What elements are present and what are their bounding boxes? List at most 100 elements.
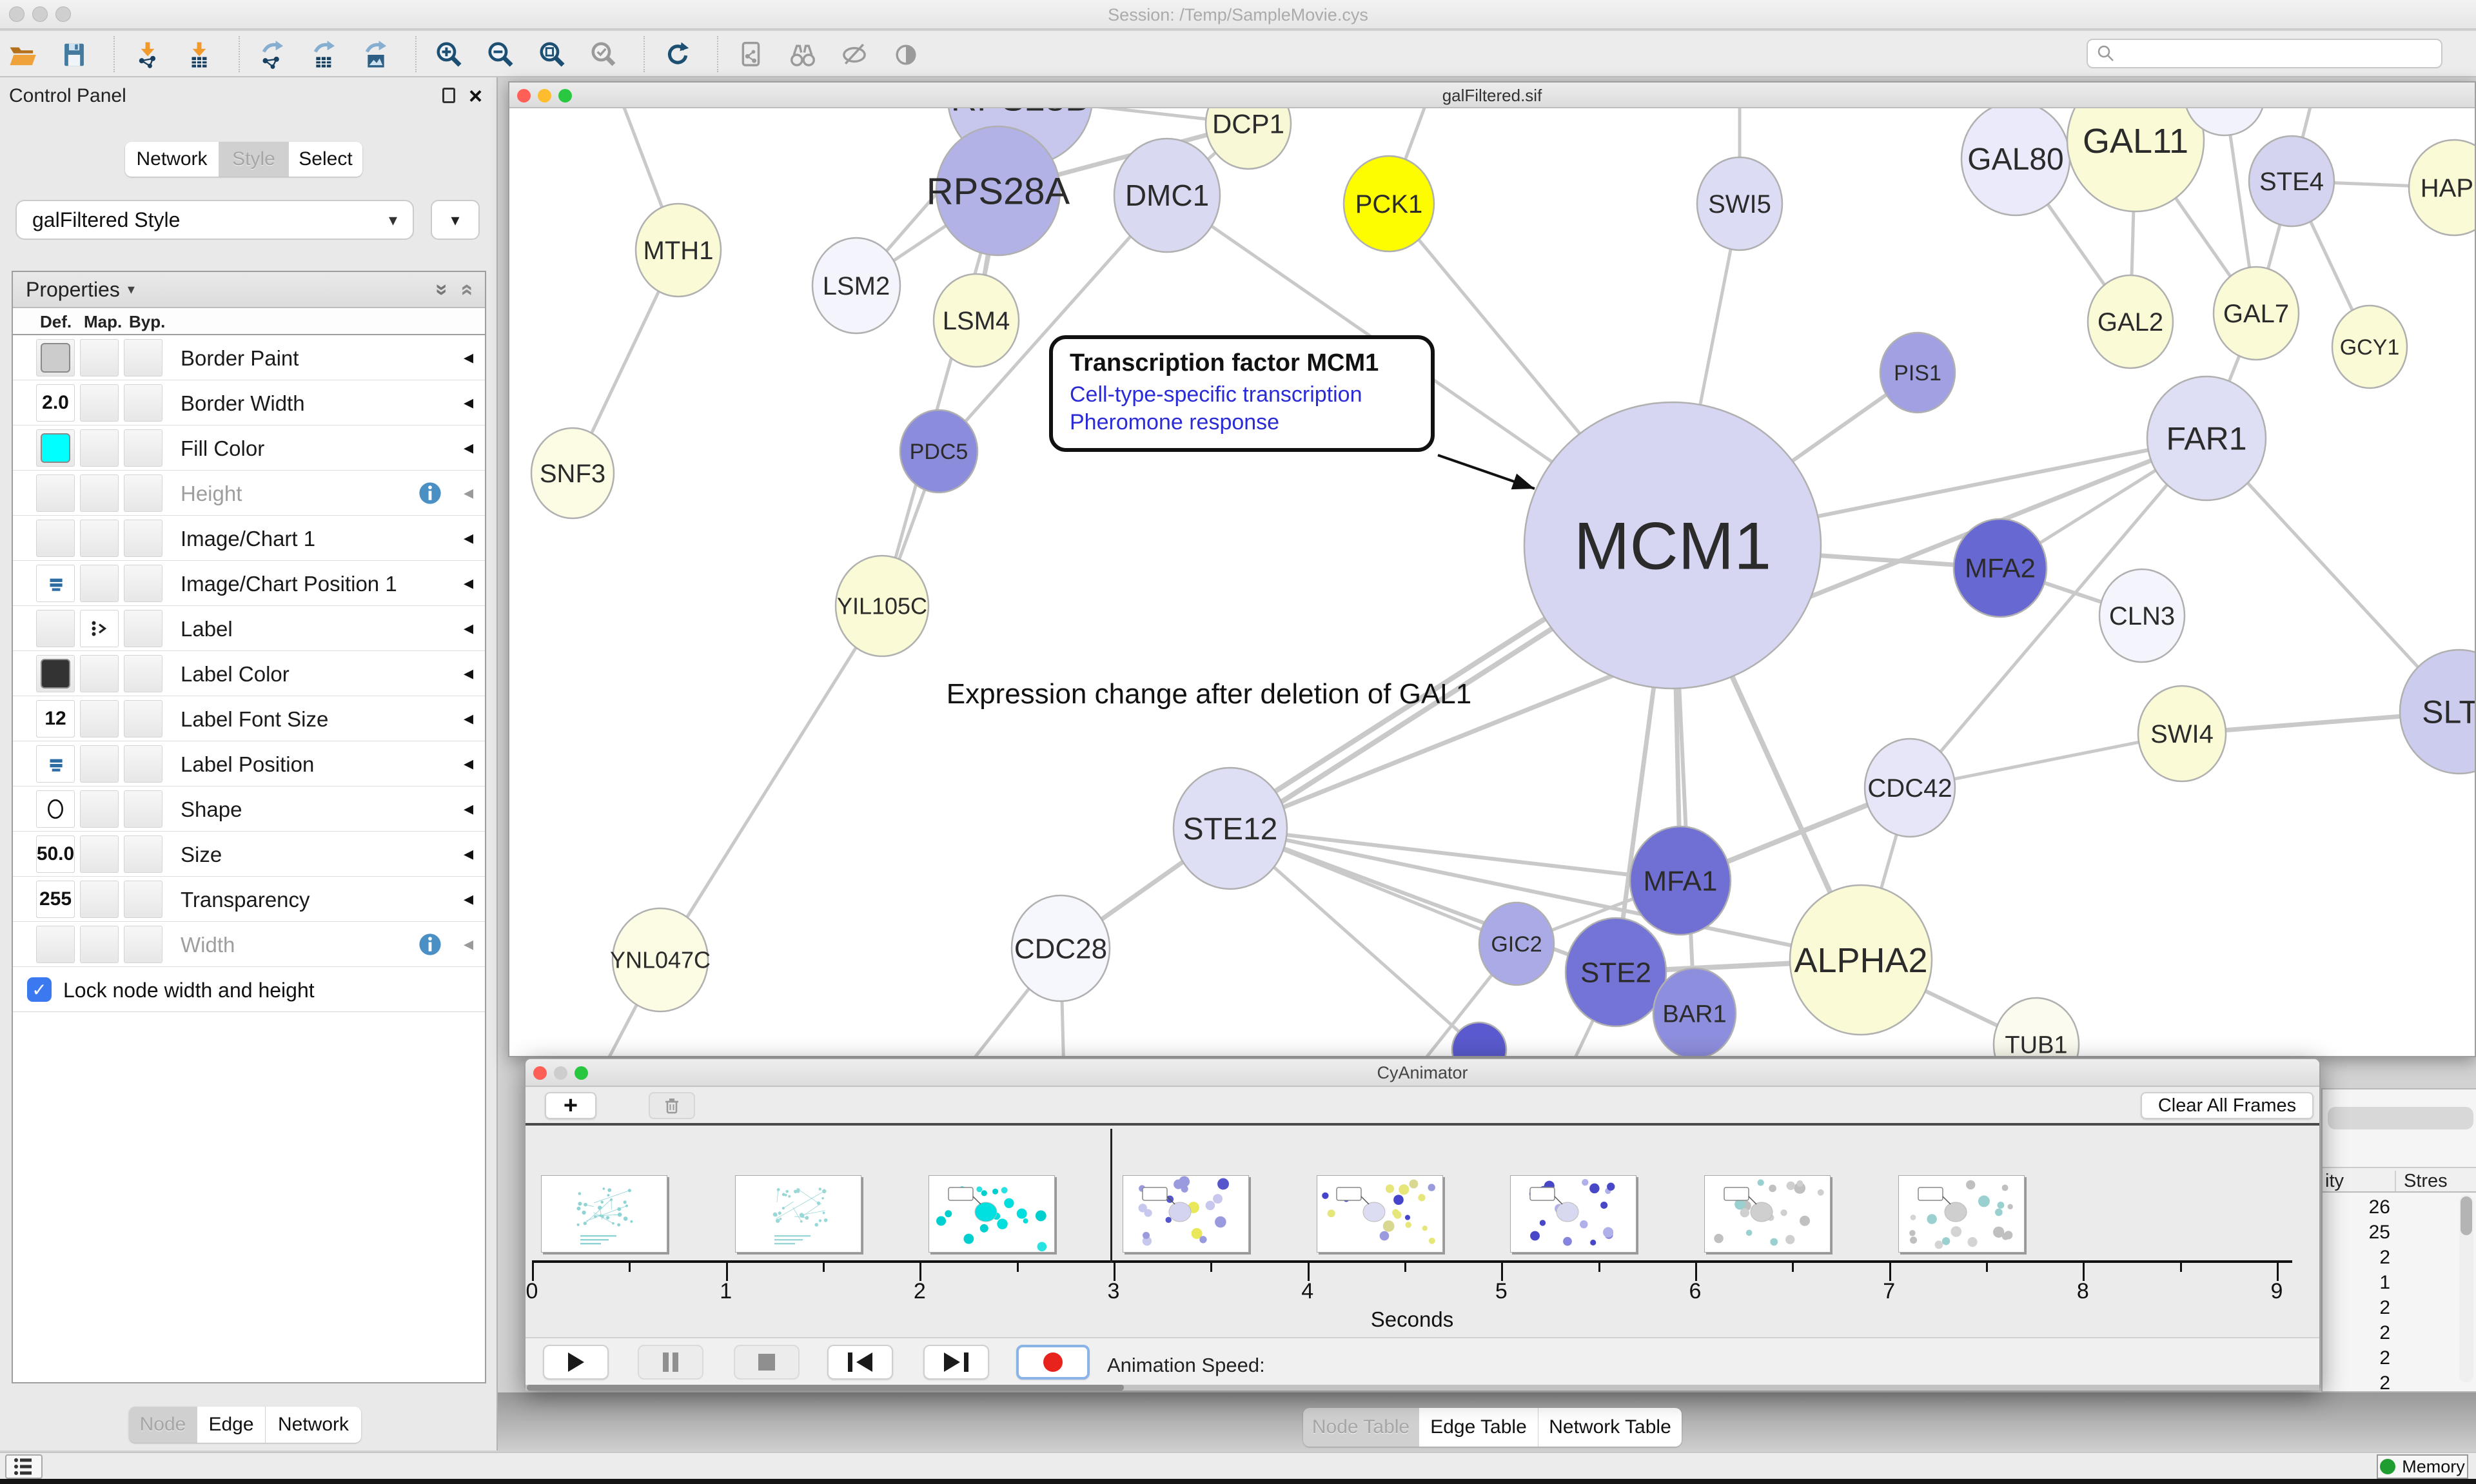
property-def-cell[interactable]: 50.0 <box>36 835 75 873</box>
property-row-size[interactable]: 50.0Size◂ <box>13 832 485 877</box>
zoom-fit-button[interactable] <box>534 36 571 73</box>
table-scrollbar-horizontal[interactable] <box>2328 1107 2473 1129</box>
zoom-in-button[interactable] <box>431 36 468 73</box>
node-FAR1[interactable]: FAR1 <box>2147 376 2266 500</box>
frame-thumbnail-6[interactable] <box>1704 1175 1831 1253</box>
table-scrollbar-vertical[interactable] <box>2459 1195 2473 1382</box>
node-LSM2[interactable]: LSM2 <box>812 238 900 333</box>
property-def-cell[interactable] <box>36 655 75 692</box>
expand-arrow-icon[interactable]: ◂ <box>464 617 473 639</box>
node-GAL80[interactable]: GAL80 <box>1961 108 2070 215</box>
node-LSM4[interactable]: LSM4 <box>934 274 1019 367</box>
node-MTH1[interactable]: MTH1 <box>636 204 721 297</box>
property-def-cell[interactable] <box>36 790 75 828</box>
expand-arrow-icon[interactable]: ◂ <box>464 843 473 865</box>
close-panel-icon[interactable]: × <box>469 83 482 110</box>
skip-start-button[interactable] <box>827 1345 893 1380</box>
property-def-cell[interactable]: 255 <box>36 881 75 918</box>
property-map-cell[interactable] <box>80 565 119 602</box>
pause-button[interactable] <box>638 1345 703 1380</box>
show-panels-button[interactable] <box>5 1454 43 1479</box>
property-byp-cell[interactable] <box>124 565 162 602</box>
expand-arrow-icon[interactable]: ◂ <box>464 797 473 820</box>
node-STE2[interactable]: STE2 <box>1566 918 1666 1026</box>
table-column-stress[interactable]: Stres <box>2404 1171 2448 1192</box>
frame-thumbnail-7[interactable] <box>1898 1175 2025 1253</box>
network-file-button[interactable] <box>732 36 770 73</box>
table-row[interactable]: 2 <box>2323 1372 2390 1394</box>
scrollbar-thumb[interactable] <box>2461 1196 2472 1235</box>
property-map-cell[interactable] <box>80 655 119 692</box>
expand-arrow-icon[interactable]: ◂ <box>464 346 473 369</box>
open-file-button[interactable] <box>4 36 41 73</box>
table-row[interactable]: 1 <box>2323 1272 2390 1294</box>
properties-header[interactable]: Properties ▾ » » <box>13 272 485 308</box>
property-byp-cell[interactable] <box>124 745 162 783</box>
node-BAR1[interactable]: BAR1 <box>1653 968 1736 1056</box>
expand-arrow-icon[interactable]: ◂ <box>464 752 473 775</box>
expand-arrow-icon[interactable]: ◂ <box>464 707 473 730</box>
network-canvas[interactable]: RPS28BRPS28ADCP1DMC1PCK1SWI5GAL80GAL11ST… <box>509 108 2475 1056</box>
node-HAP2[interactable]: HAP2 <box>2409 140 2475 235</box>
property-map-cell[interactable] <box>80 339 119 376</box>
node-GCY1[interactable]: GCY1 <box>2332 306 2407 388</box>
export-image-button[interactable] <box>357 36 395 73</box>
timeline-playhead[interactable] <box>1110 1129 1112 1263</box>
property-map-cell[interactable] <box>80 835 119 873</box>
tab-network-table[interactable]: Network Table <box>1538 1408 1682 1447</box>
node-GIC2[interactable]: GIC2 <box>1479 903 1554 985</box>
node-ALPHA2[interactable]: ALPHA2 <box>1790 885 1932 1035</box>
table-row[interactable]: 2 <box>2323 1297 2390 1319</box>
property-row-image-chart-1[interactable]: Image/Chart 1◂ <box>13 516 485 561</box>
property-row-border-paint[interactable]: Border Paint◂ <box>13 335 485 380</box>
node-STE12[interactable]: STE12 <box>1174 768 1287 889</box>
expand-arrow-icon[interactable]: ◂ <box>464 933 473 955</box>
node-SNF3[interactable]: SNF3 <box>531 428 614 518</box>
zoom-selected-button[interactable] <box>585 36 623 73</box>
property-map-cell[interactable] <box>80 790 119 828</box>
property-def-cell[interactable] <box>36 565 75 602</box>
node-GAL2[interactable]: GAL2 <box>2088 275 2173 368</box>
export-network-button[interactable] <box>254 36 291 73</box>
property-byp-cell[interactable] <box>124 339 162 376</box>
property-row-shape[interactable]: Shape◂ <box>13 786 485 832</box>
frame-thumbnail-3[interactable] <box>1123 1175 1249 1253</box>
property-byp-cell[interactable] <box>124 926 162 963</box>
annotation-link[interactable]: Cell-type-specific transcription <box>1070 382 1414 407</box>
property-byp-cell[interactable] <box>124 384 162 422</box>
node-CLN3[interactable]: CLN3 <box>2099 569 2185 662</box>
tab-node-table[interactable]: Node Table <box>1303 1408 1419 1447</box>
table-row[interactable]: 2 <box>2323 1247 2390 1269</box>
property-def-cell[interactable] <box>36 339 75 376</box>
node-YIL105C[interactable]: YIL105C <box>836 556 928 656</box>
node-PDC5[interactable]: PDC5 <box>900 410 978 493</box>
property-map-cell[interactable] <box>80 520 119 557</box>
record-button[interactable] <box>1016 1345 1090 1380</box>
node-TUB1[interactable]: TUB1 <box>1994 998 2079 1056</box>
property-def-cell[interactable] <box>36 520 75 557</box>
property-row-border-width[interactable]: 2.0Border Width◂ <box>13 380 485 425</box>
property-def-cell[interactable] <box>36 745 75 783</box>
tab-node[interactable]: Node <box>129 1407 197 1443</box>
property-byp-cell[interactable] <box>124 610 162 647</box>
table-row[interactable]: 25 <box>2323 1222 2390 1244</box>
property-byp-cell[interactable] <box>124 474 162 512</box>
property-row-image-chart-position-1[interactable]: Image/Chart Position 1◂ <box>13 561 485 606</box>
find-button[interactable] <box>784 36 821 73</box>
expand-all-icon[interactable]: » <box>429 284 455 296</box>
expand-arrow-icon[interactable]: ◂ <box>464 482 473 504</box>
export-table-button[interactable] <box>306 36 343 73</box>
node-GAL7[interactable]: GAL7 <box>2214 267 2299 360</box>
tab-network[interactable]: Network <box>266 1407 361 1443</box>
property-byp-cell[interactable] <box>124 881 162 918</box>
node-MCM1[interactable]: MCM1 <box>1524 402 1821 688</box>
property-row-label-color[interactable]: Label Color◂ <box>13 651 485 696</box>
property-map-cell[interactable] <box>80 384 119 422</box>
tab-edge[interactable]: Edge <box>197 1407 266 1443</box>
property-byp-cell[interactable] <box>124 790 162 828</box>
expand-arrow-icon[interactable]: ◂ <box>464 436 473 459</box>
expand-arrow-icon[interactable]: ◂ <box>464 527 473 549</box>
property-map-cell[interactable] <box>80 926 119 963</box>
expand-arrow-icon[interactable]: ◂ <box>464 572 473 594</box>
property-row-label-font-size[interactable]: 12Label Font Size◂ <box>13 696 485 741</box>
